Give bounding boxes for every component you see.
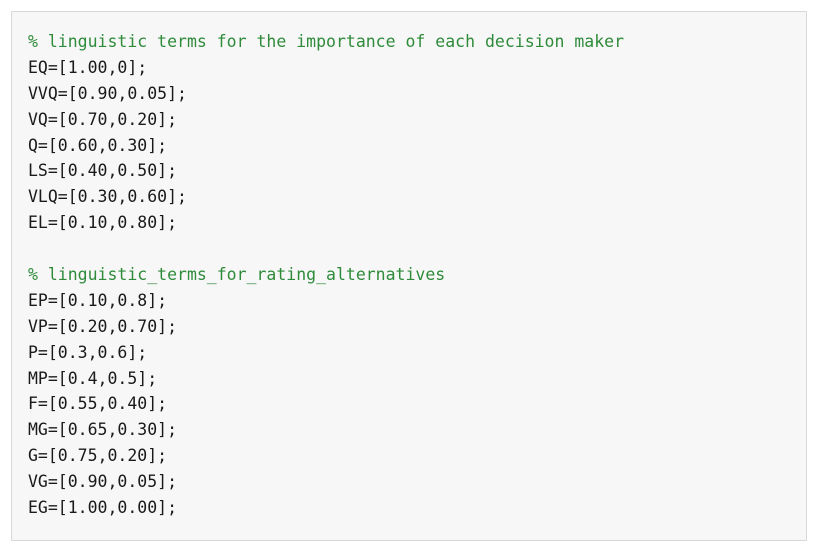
code-line: VLQ=[0.30,0.60]; (28, 187, 187, 207)
code-line: G=[0.75,0.20]; (28, 446, 168, 466)
code-line: P=[0.3,0.6]; (28, 342, 148, 362)
code-line: VVQ=[0.90,0.05]; (28, 83, 187, 103)
code-lines: % linguistic terms for the importance of… (28, 29, 806, 521)
code-line: VQ=[0.70,0.20]; (28, 109, 178, 129)
code-line-blank (28, 236, 806, 262)
code-line: EL=[0.10,0.80]; (28, 213, 178, 233)
code-line: F=[0.55,0.40]; (28, 394, 168, 414)
code-line: EQ=[1.00,0]; (28, 57, 148, 77)
code-line: LS=[0.40,0.50]; (28, 161, 178, 181)
code-line: MP=[0.4,0.5]; (28, 368, 158, 388)
code-block: % linguistic terms for the importance of… (11, 11, 807, 541)
code-line-comment: % linguistic terms for the importance of… (28, 32, 625, 51)
code-line: VG=[0.90,0.05]; (28, 472, 178, 492)
code-line: EG=[1.00,0.00]; (28, 498, 178, 518)
code-line: VP=[0.20,0.70]; (28, 316, 178, 336)
code-line: MG=[0.65,0.30]; (28, 420, 178, 440)
code-line: Q=[0.60,0.30]; (28, 135, 168, 155)
code-line: EP=[0.10,0.8]; (28, 290, 168, 310)
code-line-comment: % linguistic_terms_for_rating_alternativ… (28, 265, 446, 285)
